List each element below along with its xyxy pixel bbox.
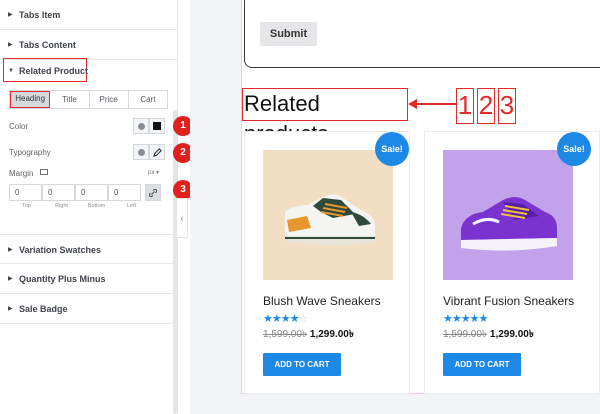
related-products-heading: Related products — [242, 88, 408, 146]
add-to-cart-button[interactable]: ADD TO CART — [263, 353, 341, 376]
editor-screen: ▶ Tabs Item ▶ Tabs Content ▼ Related Pro… — [0, 0, 600, 414]
section-label: Sale Badge — [19, 304, 68, 314]
callout-number-3: 3 — [498, 88, 516, 124]
color-swatch-button[interactable] — [149, 118, 165, 134]
typography-controls — [133, 144, 165, 160]
margin-label: Margin — [9, 169, 34, 178]
link-values-button[interactable] — [145, 184, 161, 201]
editor-panel: ▶ Tabs Item ▶ Tabs Content ▼ Related Pro… — [0, 0, 178, 414]
section-label: Tabs Item — [19, 10, 61, 20]
tab-cart[interactable]: Cart — [129, 91, 167, 108]
product-name[interactable]: Vibrant Fusion Sneakers — [443, 294, 574, 308]
margin-left-label: Left — [126, 203, 137, 209]
edit-typography-button[interactable] — [149, 144, 165, 160]
section-label: Variation Swatches — [19, 245, 102, 255]
tab-price[interactable]: Price — [90, 91, 129, 108]
margin-side-labels: Top Right Bottom Left — [9, 203, 149, 209]
collapse-panel-button[interactable]: ‹ — [176, 198, 188, 238]
product-card[interactable]: Sale! Blush Wave Sneakers ★★★★☆ 1,599.00… — [244, 131, 410, 394]
old-price: 1,599.00৳ — [443, 329, 487, 340]
link-icon — [149, 188, 157, 197]
star-icon: ★★★★ — [263, 313, 299, 325]
section-label: Quantity Plus Minus — [19, 274, 106, 284]
old-price: 1,599.00৳ — [263, 329, 307, 340]
globe-icon — [137, 148, 145, 156]
section-label: Related Product — [19, 66, 89, 76]
margin-inputs: 0 0 0 0 — [9, 184, 166, 201]
product-name[interactable]: Blush Wave Sneakers — [263, 294, 381, 308]
star-rating: ★★★★☆ — [263, 312, 308, 325]
submit-button[interactable]: Submit — [260, 22, 317, 46]
caret-right-icon: ▶ — [8, 306, 13, 312]
product-image[interactable] — [263, 150, 393, 280]
callout-number-1: 1 — [456, 88, 474, 124]
margin-bottom-label: Bottom — [87, 203, 106, 209]
star-icon: ★★★★★ — [443, 313, 488, 325]
global-colors-button[interactable] — [133, 118, 149, 134]
pencil-icon — [152, 147, 162, 157]
margin-right-label: Right — [55, 203, 68, 209]
product-card[interactable]: Sale! Vibrant Fusion Sneakers ★★★★★ 1,59… — [424, 131, 600, 394]
section-related-product[interactable]: ▼ Related Product — [0, 56, 178, 86]
caret-down-icon: ▼ — [8, 68, 14, 74]
green-sneaker-image — [285, 194, 375, 245]
tab-heading[interactable]: Heading — [10, 91, 51, 108]
sale-badge: Sale! — [375, 132, 409, 166]
style-tabs: Heading Title Price Cart — [9, 90, 168, 109]
swatch-icon — [153, 122, 161, 130]
global-fonts-button[interactable] — [133, 144, 149, 160]
star-icon: ☆ — [298, 313, 308, 325]
section-sale-badge[interactable]: ▶ Sale Badge — [0, 294, 178, 324]
margin-top-label: Top — [22, 203, 31, 209]
purple-sneaker-image — [461, 197, 557, 251]
margin-right-input[interactable]: 0 — [42, 184, 75, 201]
caret-right-icon: ▶ — [8, 12, 13, 18]
globe-icon — [137, 122, 145, 130]
sale-price: 1,299.00৳ — [489, 329, 534, 340]
section-quantity-plus-minus[interactable]: ▶ Quantity Plus Minus — [0, 264, 178, 294]
star-rating: ★★★★★ — [443, 312, 488, 325]
caret-right-icon: ▶ — [8, 276, 13, 282]
add-to-cart-button[interactable]: ADD TO CART — [443, 353, 521, 376]
section-variation-swatches[interactable]: ▶ Variation Swatches — [0, 234, 178, 264]
desktop-icon[interactable] — [40, 169, 48, 175]
caret-right-icon: ▶ — [8, 247, 13, 253]
price: 1,599.00৳ 1,299.00৳ — [443, 327, 534, 344]
product-image[interactable] — [443, 150, 573, 280]
callout-arrow-line — [416, 103, 456, 105]
price: 1,599.00৳ 1,299.00৳ — [263, 327, 354, 344]
tab-title[interactable]: Title — [50, 91, 90, 108]
unit-select[interactable]: px ▾ — [148, 169, 159, 176]
sale-price: 1,299.00৳ — [309, 329, 354, 340]
margin-bottom-input[interactable]: 0 — [75, 184, 108, 201]
margin-top-input[interactable]: 0 — [9, 184, 42, 201]
margin-left-input[interactable]: 0 — [108, 184, 141, 201]
section-tabs-item[interactable]: ▶ Tabs Item — [0, 0, 178, 30]
typography-label: Typography — [9, 148, 51, 157]
sale-badge: Sale! — [557, 132, 591, 166]
callout-number-2: 2 — [477, 88, 495, 124]
color-controls — [133, 118, 165, 134]
color-label: Color — [9, 122, 29, 131]
unit-value: px — [148, 170, 155, 176]
